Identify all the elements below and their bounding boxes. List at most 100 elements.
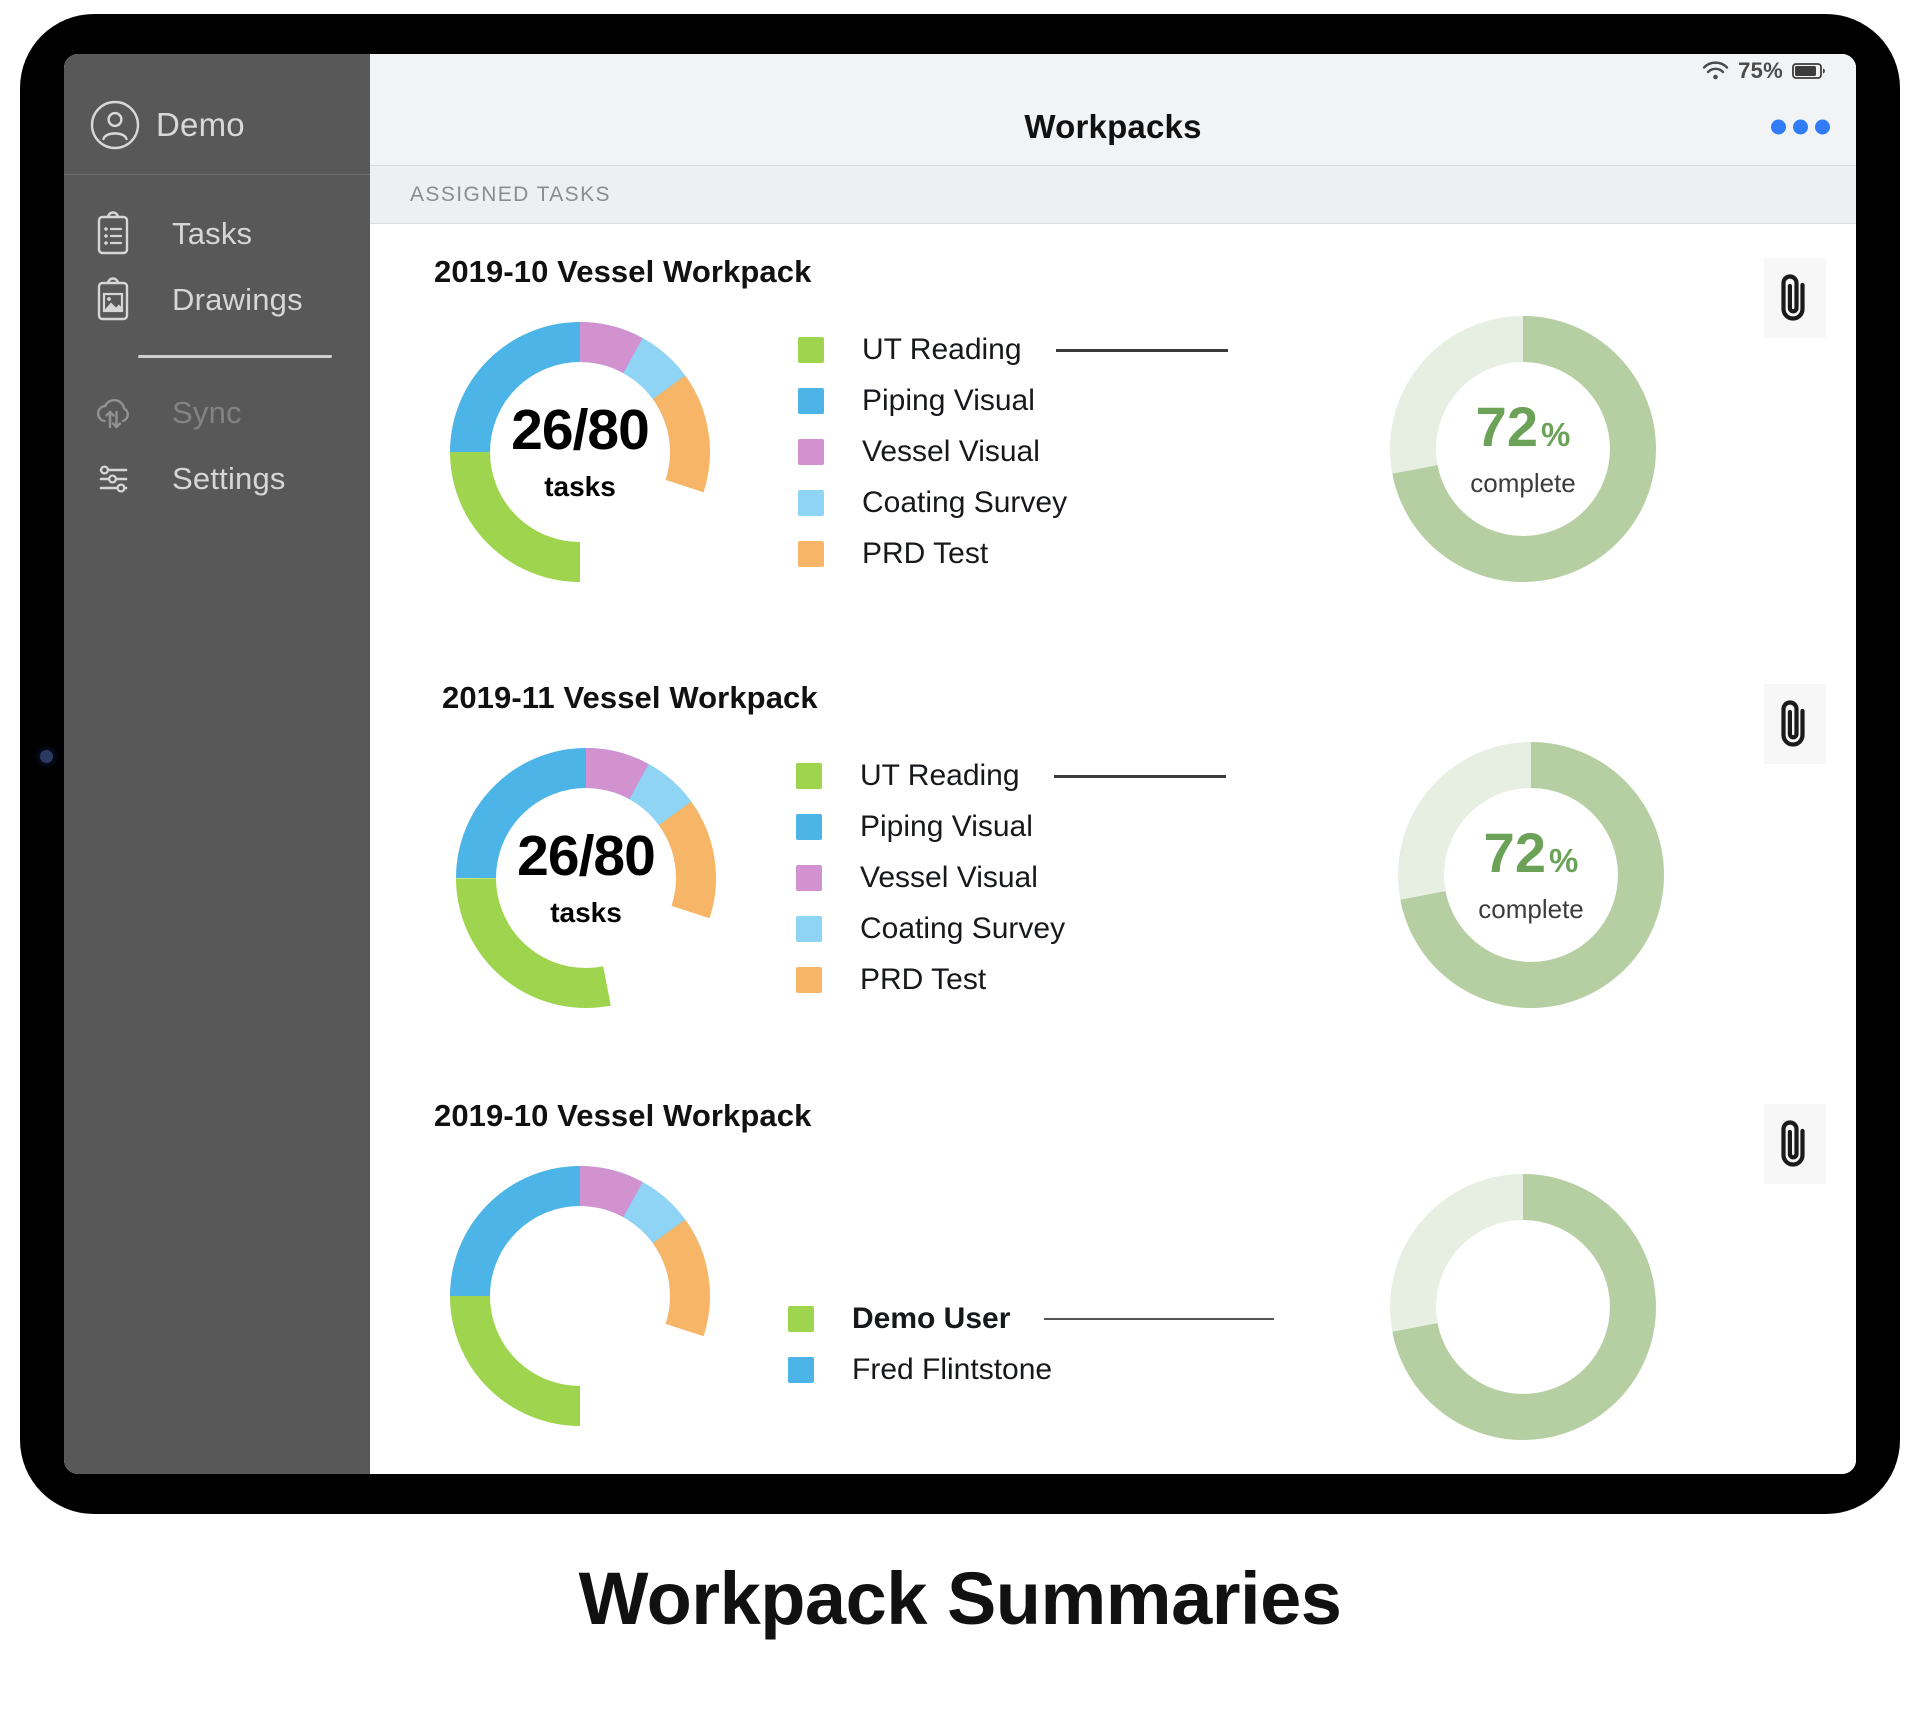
sidebar-account[interactable]: Demo	[64, 76, 370, 174]
workpack-list[interactable]: 2019-10 Vessel Workpack 26/80 tasks UT R…	[370, 224, 1856, 1474]
user-circle-icon	[90, 100, 140, 150]
sidebar-nav: Tasks Drawings Sync Settings	[64, 175, 370, 512]
completion-donut-chart	[1378, 1162, 1668, 1452]
donut-center-label: 26/80 tasks	[436, 728, 736, 1028]
completion-donut-chart: 72 % complete	[1386, 730, 1676, 1020]
page-title: Workpacks	[1024, 107, 1202, 145]
camera-dot-icon	[40, 750, 53, 763]
cloud-sync-icon	[90, 390, 136, 436]
legend-item: PRD Test	[798, 532, 1228, 577]
legend-item: Vessel Visual	[798, 430, 1228, 475]
legend-label: Vessel Visual	[860, 861, 1038, 894]
section-header-label: ASSIGNED TASKS	[410, 182, 611, 206]
legend-swatch	[796, 763, 822, 789]
sidebar-item-tasks[interactable]: Tasks	[64, 201, 370, 267]
workpack-body: 26/80 tasks UT Reading Piping Visual Ves…	[370, 296, 1856, 608]
sidebar-item-label: Settings	[172, 461, 286, 496]
workpack-card[interactable]: 2019-10 Vessel Workpack	[370, 224, 1856, 608]
completion-sub-label: complete	[1470, 468, 1576, 498]
legend-label: Fred Flintstone	[852, 1352, 1053, 1386]
legend-swatch	[796, 916, 822, 942]
legend-swatch	[798, 337, 824, 363]
sidebar-divider-mid	[138, 355, 332, 358]
completion-percent: 72 %	[1476, 399, 1571, 455]
completion-percent-number: 72	[1475, 395, 1538, 458]
workpack-body: 26/80 tasks UT Reading Piping Visual Ves…	[370, 722, 1856, 1034]
legend-label: UT Reading	[860, 759, 1020, 792]
legend-swatch	[796, 865, 822, 891]
wifi-icon	[1702, 61, 1729, 81]
legend-item: Demo User	[788, 1296, 1275, 1341]
legend-swatch	[798, 439, 824, 465]
task-breakdown-donut-chart: 26/80 tasks	[436, 728, 736, 1028]
legend-item: Piping Visual	[798, 379, 1228, 424]
workpack-title: 2019-10 Vessel Workpack	[434, 254, 812, 289]
sidebar-item-drawings[interactable]: Drawings	[64, 267, 370, 333]
legend-swatch	[796, 814, 822, 840]
legend-item: UT Reading	[798, 328, 1228, 373]
completion-center-label: 72 % complete	[1386, 730, 1676, 1020]
workpack-body: Demo User Fred Flintstone	[370, 1140, 1856, 1452]
more-dot	[1815, 119, 1830, 134]
sidebar-account-label: Demo	[156, 106, 245, 143]
legend-swatch	[798, 541, 824, 567]
percent-sign: %	[1548, 842, 1579, 879]
attachment-button[interactable]	[1764, 1104, 1826, 1184]
workpack-card[interactable]: 2019-11 Vessel Workpack 26/80 tasks UT R…	[370, 608, 1856, 1034]
legend-label: Coating Survey	[860, 912, 1066, 945]
legend-item: Fred Flintstone	[788, 1347, 1274, 1392]
sidebar-item-sync[interactable]: Sync	[64, 380, 370, 446]
battery-percent-label: 75%	[1738, 58, 1783, 83]
task-ratio-sub: tasks	[550, 896, 622, 928]
paperclip-icon	[1777, 1115, 1813, 1173]
more-horizontal-icon[interactable]	[1771, 119, 1830, 134]
legend-label: Demo User	[852, 1301, 1011, 1335]
section-header-assigned-tasks: ASSIGNED TASKS	[370, 166, 1856, 224]
workpack-title: 2019-10 Vessel Workpack	[434, 1098, 812, 1133]
attachment-button[interactable]	[1764, 258, 1826, 338]
more-dot	[1793, 119, 1808, 134]
task-ratio: 26/80	[517, 823, 656, 888]
task-breakdown-donut-chart: 26/80 tasks	[430, 302, 730, 602]
legend-label: Piping Visual	[860, 810, 1033, 843]
chart-legend: Demo User Fred Flintstone	[788, 1296, 1275, 1392]
assignee-breakdown-donut-chart	[430, 1146, 730, 1446]
legend-item: UT Reading	[796, 754, 1226, 799]
legend-item: Vessel Visual	[796, 856, 1226, 901]
chart-legend: UT Reading Piping Visual Vessel Visual C…	[796, 754, 1226, 1003]
attachment-button[interactable]	[1764, 684, 1826, 764]
completion-center-label: 72 % complete	[1378, 304, 1668, 594]
legend-swatch	[796, 967, 822, 993]
sliders-icon	[90, 456, 136, 502]
legend-swatch	[788, 1356, 814, 1383]
workpack-title: 2019-11 Vessel Workpack	[442, 680, 818, 715]
legend-label: Coating Survey	[862, 486, 1068, 519]
figure-caption: Workpack Summaries	[578, 1557, 1342, 1640]
task-ratio-sub: tasks	[544, 470, 616, 502]
percent-sign: %	[1540, 416, 1571, 453]
legend-item: Coating Survey	[798, 481, 1228, 526]
tablet-screen: Demo Tasks Drawings Sync Settings 75% Wo…	[64, 54, 1856, 1474]
legend-label: UT Reading	[862, 333, 1022, 366]
paperclip-icon	[1777, 269, 1813, 327]
content-pane: 75% Workpacks ASSIGNED TASKS 2019-10 Ves…	[370, 54, 1856, 1474]
paperclip-icon	[1777, 695, 1813, 753]
legend-swatch	[798, 388, 824, 414]
more-dot	[1771, 119, 1786, 134]
sidebar-item-label: Drawings	[172, 282, 303, 317]
completion-percent-number: 72	[1483, 821, 1546, 884]
navigation-bar: Workpacks	[370, 88, 1856, 166]
legend-item: PRD Test	[796, 958, 1226, 1003]
legend-label: PRD Test	[860, 963, 987, 996]
completion-donut-chart: 72 % complete	[1378, 304, 1668, 594]
battery-icon	[1792, 62, 1826, 80]
legend-rule	[1053, 774, 1226, 778]
legend-swatch	[798, 490, 824, 516]
workpack-card[interactable]: 2019-10 Vessel Workpack	[370, 1034, 1856, 1452]
status-bar: 75%	[370, 54, 1856, 88]
clipboard-list-icon	[90, 211, 136, 257]
sidebar-item-settings[interactable]: Settings	[64, 446, 370, 512]
legend-rule	[1055, 348, 1228, 352]
completion-sub-label: complete	[1478, 894, 1584, 924]
legend-label: PRD Test	[862, 537, 989, 570]
